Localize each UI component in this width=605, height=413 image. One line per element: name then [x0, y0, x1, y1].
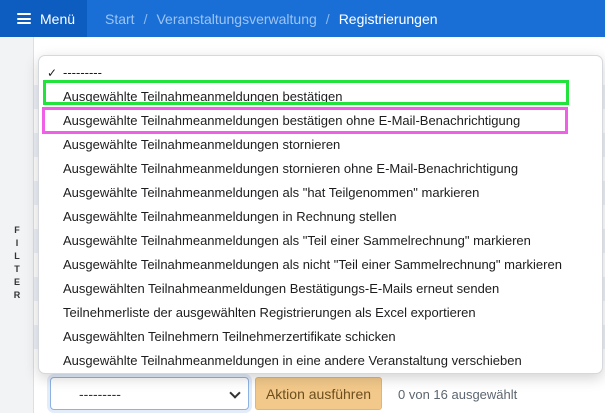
breadcrumb-current: Registrierungen [338, 10, 438, 27]
breadcrumb-event-management[interactable]: Veranstaltungsverwaltung [156, 11, 316, 27]
filter-letter: T [14, 264, 20, 274]
filter-rail[interactable]: F I L T E R [0, 37, 34, 413]
menu-button[interactable]: Menü [0, 0, 87, 37]
action-select[interactable]: --------- [50, 377, 249, 410]
breadcrumb: Start / Veranstaltungsverwaltung / Regis… [105, 0, 438, 37]
hamburger-icon [17, 13, 31, 24]
highlight-box-magenta [42, 107, 568, 134]
menu-button-label: Menü [40, 10, 76, 27]
top-navbar: Menü Start / Veranstaltungsverwaltung / … [0, 0, 605, 37]
dropdown-option-cancel-no-email[interactable]: Ausgewählte Teilnahmeanmeldungen stornie… [63, 156, 518, 180]
filter-letter: E [13, 277, 20, 287]
dropdown-option-invoice[interactable]: Ausgewählte Teilnahmeanmeldungen in Rech… [63, 204, 397, 228]
filter-letter: I [15, 238, 19, 248]
dropdown-option-unmark-collective-invoice[interactable]: Ausgewählte Teilnahmeanmeldungen als nic… [63, 252, 562, 276]
selection-count: 0 von 16 ausgewählt [398, 387, 518, 402]
dropdown-option-mark-collective-invoice[interactable]: Ausgewählte Teilnahmeanmeldungen als "Te… [63, 228, 531, 252]
highlight-box-green [43, 80, 569, 105]
action-select-value: --------- [79, 385, 121, 402]
chevron-down-icon [229, 387, 241, 399]
dropdown-option-mark-attended[interactable]: Ausgewählte Teilnahmeanmeldungen als "ha… [63, 180, 479, 204]
filter-rail-label: F I L T E R [12, 224, 22, 302]
filter-letter: R [13, 290, 21, 300]
dropdown-option-send-certificates[interactable]: Ausgewählten Teilnehmern Teilnehmerzerti… [63, 324, 396, 348]
dropdown-option-move-event[interactable]: Ausgewählte Teilnahmeanmeldungen in eine… [63, 348, 522, 372]
check-icon: ✓ [47, 66, 58, 80]
dropdown-option-resend-confirmation[interactable]: Ausgewählten Teilnahmeanmeldungen Bestät… [63, 276, 499, 300]
filter-letter: F [14, 225, 20, 235]
dropdown-option-export-excel[interactable]: Teilnehmerliste der ausgewählten Registr… [63, 300, 476, 324]
filter-letter: L [14, 251, 20, 261]
dropdown-option-cancel[interactable]: Ausgewählte Teilnahmeanmeldungen stornie… [63, 132, 340, 156]
run-action-button[interactable]: Aktion ausführen [255, 377, 382, 410]
breadcrumb-separator: / [325, 10, 330, 27]
breadcrumb-start[interactable]: Start [105, 11, 135, 27]
breadcrumb-separator: / [143, 10, 148, 27]
